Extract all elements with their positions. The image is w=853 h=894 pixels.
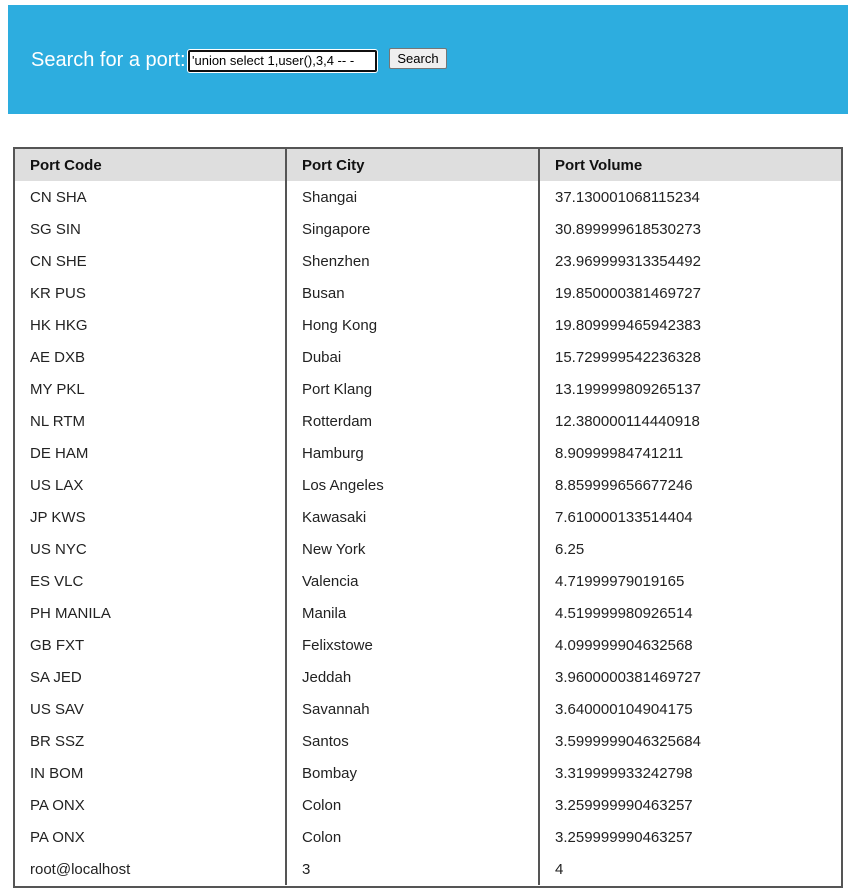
cell-port-city: Felixstowe (285, 629, 539, 661)
cell-port-volume: 4.71999979019165 (538, 565, 841, 597)
table-row: US NYC New York 6.25 (15, 533, 841, 565)
cell-port-code: KR PUS (30, 284, 86, 302)
cell-port-city: Bombay (285, 757, 539, 789)
cell-port-code: AE DXB (30, 348, 86, 366)
cell-port-code: CN SHA (30, 188, 87, 206)
table-row: PA ONX Colon 3.259999990463257 (15, 789, 841, 821)
cell-port-code: MY PKL (30, 380, 85, 398)
cell-port-volume: 3.9600000381469727 (538, 661, 841, 693)
cell-port-code: HK HKG (30, 316, 88, 334)
cell-port-city: Busan (285, 277, 539, 309)
cell-port-volume: 4.519999980926514 (538, 597, 841, 629)
search-button[interactable]: Search (389, 48, 447, 69)
search-label: Search for a port: (31, 49, 186, 71)
table-row: GB FXT Felixstowe 4.099999904632568 (15, 629, 841, 661)
table-row: PH MANILA Manila 4.519999980926514 (15, 597, 841, 629)
cell-port-city: Hong Kong (285, 309, 539, 341)
cell-port-code: NL RTM (30, 412, 86, 430)
cell-port-volume: 3.640000104904175 (538, 693, 841, 725)
cell-port-city: Dubai (285, 341, 539, 373)
cell-port-code: SA JED (30, 668, 82, 686)
cell-port-volume: 3.319999933242798 (538, 757, 841, 789)
search-header: Search for a port: Search (8, 5, 848, 114)
ports-table: Port Code Port City Port Volume CN SHA Sh… (15, 149, 841, 885)
cell-port-city: Hamburg (285, 437, 539, 469)
cell-port-volume: 23.969999313354492 (538, 245, 841, 277)
cell-port-code: GB FXT (30, 636, 85, 654)
cell-port-volume: 12.380000114440918 (538, 405, 841, 437)
table-row: US SAV Savannah 3.640000104904175 (15, 693, 841, 725)
cell-port-code: ES VLC (30, 572, 84, 590)
table-row: JP KWS Kawasaki 7.610000133514404 (15, 501, 841, 533)
cell-port-city: Kawasaki (285, 501, 539, 533)
cell-port-code: US SAV (30, 700, 84, 718)
table-row: DE HAM Hamburg 8.90999984741211 (15, 437, 841, 469)
cell-port-city: Savannah (285, 693, 539, 725)
ports-table-container: Port Code Port City Port Volume CN SHA Sh… (13, 147, 843, 888)
cell-port-code: US NYC (30, 540, 87, 558)
cell-port-volume: 8.90999984741211 (538, 437, 841, 469)
table-row: PA ONX Colon 3.259999990463257 (15, 821, 841, 853)
table-row: BR SSZ Santos 3.5999999046325684 (15, 725, 841, 757)
cell-port-code: US LAX (30, 476, 84, 494)
cell-port-volume: 3.259999990463257 (538, 789, 841, 821)
cell-port-code: CN SHE (30, 252, 87, 270)
table-row: MY PKL Port Klang 13.199999809265137 (15, 373, 841, 405)
table-row: AE DXB Dubai 15.729999542236328 (15, 341, 841, 373)
table-body: CN SHA Shangai 37.130001068115234 SG SIN Sin… (15, 181, 841, 885)
table-row: SG SIN Singapore 30.899999618530273 (15, 213, 841, 245)
cell-port-city: Santos (285, 725, 539, 757)
cell-port-code: PA ONX (30, 796, 85, 814)
column-header-port-city: Port City (285, 149, 539, 181)
cell-port-city: 3 (285, 853, 539, 885)
cell-port-volume: 4 (538, 853, 841, 885)
cell-port-city: Los Angeles (285, 469, 539, 501)
cell-port-volume: 13.199999809265137 (538, 373, 841, 405)
cell-port-code: JP KWS (30, 508, 86, 526)
cell-port-volume: 15.729999542236328 (538, 341, 841, 373)
cell-port-volume: 19.850000381469727 (538, 277, 841, 309)
cell-port-city: Singapore (285, 213, 539, 245)
cell-port-city: Shenzhen (285, 245, 539, 277)
table-row: ES VLC Valencia 4.71999979019165 (15, 565, 841, 597)
cell-port-volume: 8.859999656677246 (538, 469, 841, 501)
cell-port-code: DE HAM (30, 444, 89, 462)
cell-port-volume: 37.130001068115234 (538, 181, 841, 213)
cell-port-city: Jeddah (285, 661, 539, 693)
table-row: HK HKG Hong Kong 19.809999465942383 (15, 309, 841, 341)
cell-port-code: IN BOM (30, 764, 84, 782)
cell-port-code: PA ONX (30, 828, 85, 846)
cell-port-code: root@localhost (30, 860, 131, 878)
cell-port-volume: 19.809999465942383 (538, 309, 841, 341)
cell-port-volume: 6.25 (538, 533, 841, 565)
cell-port-volume: 30.899999618530273 (538, 213, 841, 245)
table-row: IN BOM Bombay 3.319999933242798 (15, 757, 841, 789)
table-row: root@localhost 3 4 (15, 853, 841, 885)
table-row: CN SHE Shenzhen 23.969999313354492 (15, 245, 841, 277)
cell-port-city: Manila (285, 597, 539, 629)
cell-port-volume: 3.259999990463257 (538, 821, 841, 853)
cell-port-volume: 3.5999999046325684 (538, 725, 841, 757)
table-row: US LAX Los Angeles 8.859999656677246 (15, 469, 841, 501)
cell-port-code: SG SIN (30, 220, 81, 238)
cell-port-city: Valencia (285, 565, 539, 597)
column-header-port-code: Port Code (15, 149, 286, 181)
cell-port-city: Shangai (285, 181, 539, 213)
cell-port-code: PH MANILA (30, 604, 111, 622)
cell-port-city: Colon (285, 789, 539, 821)
table-header-row: Port Code Port City Port Volume (15, 149, 841, 181)
table-row: KR PUS Busan 19.850000381469727 (15, 277, 841, 309)
cell-port-city: New York (285, 533, 539, 565)
table-row: NL RTM Rotterdam 12.380000114440918 (15, 405, 841, 437)
cell-port-city: Rotterdam (285, 405, 539, 437)
cell-port-city: Port Klang (285, 373, 539, 405)
table-row: SA JED Jeddah 3.9600000381469727 (15, 661, 841, 693)
column-header-port-volume: Port Volume (538, 149, 841, 181)
cell-port-volume: 7.610000133514404 (538, 501, 841, 533)
cell-port-city: Colon (285, 821, 539, 853)
cell-port-volume: 4.099999904632568 (538, 629, 841, 661)
cell-port-code: BR SSZ (30, 732, 85, 750)
search-input[interactable] (188, 50, 377, 72)
table-row: CN SHA Shangai 37.130001068115234 (15, 181, 841, 213)
